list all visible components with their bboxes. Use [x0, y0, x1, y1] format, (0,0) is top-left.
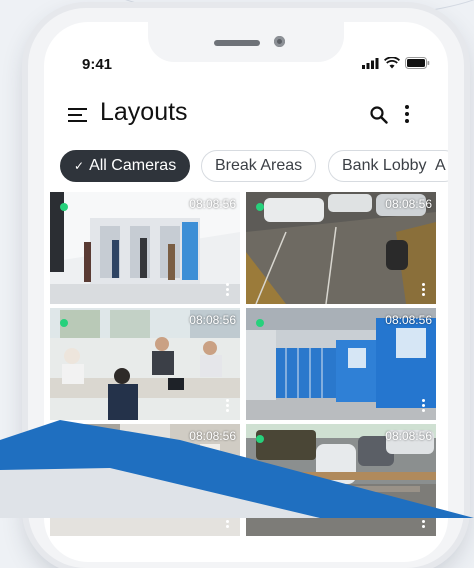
brand-wave-decoration: [0, 420, 474, 518]
